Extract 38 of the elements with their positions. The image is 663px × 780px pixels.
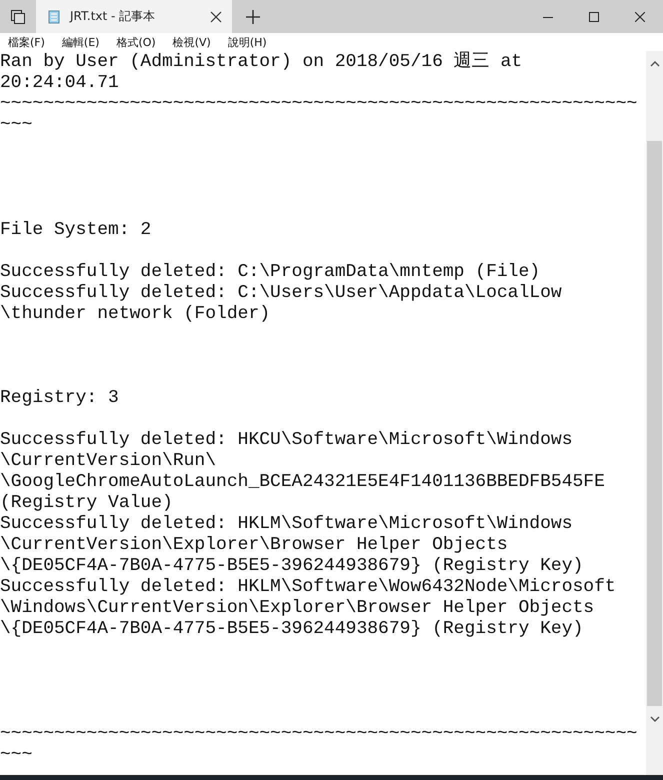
- text-line: \GoogleChromeAutoLaunch_BCEA24321E5E4F1401136BBEDFB545FE: [0, 472, 605, 493]
- text-line: Ran by User (Administrator) on 2018/05/16 週三 at: [0, 52, 522, 73]
- close-icon[interactable]: [635, 12, 645, 22]
- text-line: (Registry Value): [0, 493, 173, 514]
- scroll-thumb[interactable]: [647, 141, 662, 706]
- text-line: \CurrentVersion\Run\: [0, 451, 216, 472]
- text-line: ~~~: [0, 115, 32, 136]
- maximize-icon[interactable]: [589, 12, 599, 22]
- plus-icon[interactable]: [246, 10, 260, 24]
- text-line: ~~~: [0, 745, 32, 766]
- document-tab[interactable]: JRT.txt - 記事本: [36, 0, 232, 33]
- text-line: 20:24:04.71: [0, 73, 119, 94]
- text-line: \Windows\CurrentVersion\Explorer\Browser Helper Objects: [0, 598, 594, 619]
- tab-title: JRT.txt - 記事本: [70, 8, 156, 25]
- text-line: ~~~~~~~~~~~~~~~~~~~~~~~~~~~~~~~~~~~~~~~~~~~~~~~~~~~~~~~~~~~: [0, 724, 638, 745]
- text-line: Successfully deleted: C:\Users\User\Appdata\LocalLow: [0, 283, 562, 304]
- text-line: Successfully deleted: C:\ProgramData\mntemp (File): [0, 262, 540, 283]
- text-line: Successfully deleted: HKLM\Software\Wow6432Node\Microsoft: [0, 577, 616, 598]
- text-line: ~~~~~~~~~~~~~~~~~~~~~~~~~~~~~~~~~~~~~~~~~~~~~~~~~~~~~~~~~~~: [0, 94, 638, 115]
- scroll-up-icon[interactable]: [650, 61, 660, 67]
- menu-item[interactable]: 檢視(V): [172, 34, 211, 50]
- menu-item[interactable]: 說明(H): [228, 34, 267, 50]
- scroll-down-icon[interactable]: [650, 716, 660, 722]
- text-line: File System: 2: [0, 220, 152, 241]
- tabs-icon[interactable]: [10, 8, 26, 24]
- text-line: \{DE05CF4A-7B0A-4775-B5E5-396244938679} (Registry Key): [0, 619, 584, 640]
- text-line: \CurrentVersion\Explorer\Browser Helper Objects: [0, 535, 508, 556]
- menu-item[interactable]: 格式(O): [116, 34, 156, 50]
- text-line: Successfully deleted: HKCU\Software\Microsoft\Windows: [0, 430, 572, 451]
- scrollbar[interactable]: [646, 51, 663, 775]
- menu-item[interactable]: 檔案(F): [8, 34, 45, 50]
- notepad-icon: [46, 8, 62, 24]
- text-line: \thunder network (Folder): [0, 304, 270, 325]
- text-line: \{DE05CF4A-7B0A-4775-B5E5-396244938679} (Registry Key): [0, 556, 584, 577]
- text-line: Successfully deleted: HKLM\Software\Microsoft\Windows: [0, 514, 572, 535]
- close-icon[interactable]: [210, 10, 222, 22]
- text-line: Registry: 3: [0, 388, 119, 409]
- menu-item[interactable]: 編輯(E): [62, 34, 100, 50]
